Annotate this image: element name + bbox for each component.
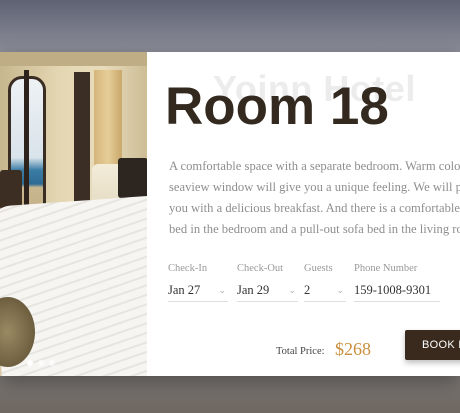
description-line: seaview window will give you a unique fe… <box>169 180 460 194</box>
guests-value: 2 <box>304 282 311 297</box>
checkout-field[interactable]: Check-Out Jan 29 ⌄ <box>237 263 298 302</box>
chevron-down-icon: ⌄ <box>288 284 296 295</box>
phone-field[interactable]: Phone Number 159-1008-9301 <box>354 263 440 302</box>
phone-label: Phone Number <box>354 263 418 274</box>
room-details-panel: Yoinn Hotel Room 18 A comfortable space … <box>147 52 460 376</box>
checkin-value: Jan 27 <box>168 282 201 297</box>
room-description: A comfortable space with a separate bedr… <box>169 156 460 240</box>
carousel-dots <box>27 360 55 366</box>
background-blur-top <box>0 0 460 52</box>
checkin-select[interactable]: Jan 27 ⌄ <box>168 279 228 302</box>
carousel-dot-2[interactable] <box>38 360 44 366</box>
room-photo <box>0 52 147 376</box>
checkout-value: Jan 29 <box>237 282 270 297</box>
chevron-down-icon: ⌄ <box>336 284 344 295</box>
room-card: Yoinn Hotel Room 18 A comfortable space … <box>0 52 460 376</box>
room-title: Room 18 <box>165 77 389 136</box>
background-blur-bottom <box>0 376 460 413</box>
checkout-label: Check-Out <box>237 263 284 274</box>
guests-field[interactable]: Guests 2 ⌄ <box>304 263 346 302</box>
checkout-select[interactable]: Jan 29 ⌄ <box>237 279 298 302</box>
description-line: bed in the bedroom and a pull-out sofa b… <box>169 222 460 236</box>
book-now-button[interactable]: BOOK NOW <box>405 330 460 360</box>
description-line: A comfortable space with a separate bedr… <box>169 159 460 173</box>
checkin-field[interactable]: Check-In Jan 27 ⌄ <box>168 263 228 302</box>
chevron-down-icon: ⌄ <box>218 284 226 295</box>
phone-input[interactable]: 159-1008-9301 <box>354 279 440 302</box>
description-line: you with a delicious breakfast. And ther… <box>169 201 460 215</box>
carousel-dot-1[interactable] <box>27 360 33 366</box>
total-price-value: $268 <box>335 339 371 359</box>
total-price-label: Total Price: <box>276 346 325 357</box>
phone-value: 159-1008-9301 <box>354 282 432 297</box>
carousel-dot-3[interactable] <box>49 360 55 366</box>
guests-label: Guests <box>304 263 333 274</box>
checkin-label: Check-In <box>168 263 208 274</box>
guests-select[interactable]: 2 ⌄ <box>304 279 346 302</box>
